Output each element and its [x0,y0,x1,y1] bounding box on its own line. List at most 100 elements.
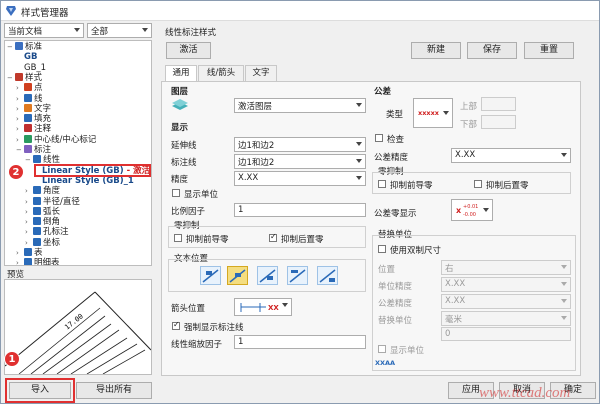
radius-icon [33,196,41,205]
alt-tol-precision-label: 公差精度 [378,299,413,309]
dual-dims-checkbox[interactable] [378,245,386,253]
filter-select[interactable]: 全部 [87,23,152,38]
linear-scale-label: 线性缩放因子 [171,340,223,350]
tree-item-label: 角度 [43,186,61,197]
tree-item-label: GB_1 [24,62,47,73]
tree-item-label: 坐标 [43,237,61,248]
tol-suppress-leading-checkbox[interactable] [378,180,386,188]
tree-toggle-icon[interactable]: − [16,145,24,156]
tree-item-label: 倒角 [43,217,61,228]
alt-sample-text: XXAA [375,359,396,367]
suppress-leading-label: 抑制前导零 [186,235,229,245]
annotation-box-import [5,378,75,403]
tolerance-check-checkbox[interactable] [375,134,383,142]
scale-factor-label: 比例因子 [171,207,206,217]
suppress-trailing-checkbox[interactable] [269,232,277,242]
tree-item-label: 填充 [34,114,52,125]
preview-drawing: 17.00 [4,291,152,375]
linear-icon [33,155,41,164]
tolerance-type-label: 类型 [386,110,404,120]
alt-unit-label: 替换单位 [378,316,413,326]
save-button[interactable]: 保存 [467,42,517,59]
watermark: www.ttcad.com [479,385,571,401]
alt-tol-precision-select[interactable]: X.XX [441,294,571,309]
svg-text:-0.00: -0.00 [463,212,476,218]
dimension-icon [24,145,32,153]
layer-icon [172,99,188,110]
arrow-position-select[interactable]: XX [234,298,292,316]
tree-item-label: 明细表 [34,258,60,266]
precision-label: 精度 [171,175,189,185]
dim-line-label: 标注线 [171,158,197,168]
text-pos-inline-icon[interactable] [227,266,248,285]
tree-item[interactable]: › 明细表 [16,258,60,266]
new-button[interactable]: 新建 [411,42,461,59]
dual-dims-label: 使用双制尺寸 [390,246,442,256]
tree-toggle-icon[interactable]: − [7,73,15,84]
show-unit-label: 显示单位 [184,190,219,200]
ext-line-select[interactable]: 边1和边2 [234,137,366,152]
tree-item-label: GB [24,52,38,63]
alt-position-label: 位置 [378,265,396,275]
tree-item-label: 孔标注 [43,227,69,238]
tree-toggle-icon[interactable]: − [25,155,33,166]
tolerance-type-select[interactable]: xxxxx [413,98,453,128]
tab-line-arrow[interactable]: 线/箭头 [198,65,244,81]
text-pos-outside-icon[interactable] [317,266,338,285]
tolerance-lower-input[interactable] [481,115,516,129]
activate-button[interactable]: 激活 [166,42,211,59]
suppress-leading-checkbox[interactable] [174,234,182,242]
reset-button[interactable]: 重置 [524,42,574,59]
show-unit-checkbox[interactable] [172,189,180,197]
text-pos-below-icon[interactable] [257,266,278,285]
tolerance-zero-display-select[interactable]: x +0.01 -0.00 [451,199,493,221]
alt-unit-select[interactable]: 毫米 [441,311,571,326]
style-tree[interactable]: − 标准 GB GB_1− 样式 › 点 › 线 › 文字 › 填充 › 注释 › 中心线/中心标记 − 标注 − 线性… [4,40,152,266]
step-badge-1: 1 [4,351,20,367]
tree-toggle-icon[interactable]: › [16,258,24,265]
tree-item-label: 线 [34,93,43,104]
tolerance-upper-input[interactable] [481,97,516,111]
display-title: 显示 [171,123,189,133]
dim-line-select[interactable]: 边1和边2 [234,154,366,169]
tolerance-lower-label: 下部 [460,120,478,130]
alt-zero-input[interactable]: 0 [441,327,571,341]
tolerance-title: 公差 [374,87,392,97]
preview-pane: 17.00 [4,279,152,375]
alt-unit-precision-select[interactable]: X.XX [441,277,571,292]
linear-scale-input[interactable]: 1 [234,335,366,349]
tol-suppress-leading-label: 抑制前导零 [390,181,433,191]
tree-toggle-icon[interactable]: − [7,42,15,53]
tree-item-label: Linear Style (GB)_1 [42,175,134,186]
text-pos-above-icon[interactable] [200,266,221,285]
tolerance-upper-label: 上部 [460,102,478,112]
tolerance-precision-select[interactable]: X.XX [451,148,571,163]
app-icon [6,6,16,16]
tolerance-precision-label: 公差精度 [374,153,409,163]
tol-suppress-trailing-label: 抑制后置零 [486,181,529,191]
precision-select[interactable]: X.XX [234,171,366,186]
scale-factor-input[interactable]: 1 [234,203,366,217]
force-dim-line-checkbox[interactable] [172,320,180,330]
tree-item-label: 表 [34,248,43,258]
tab-general[interactable]: 通用 [165,65,197,82]
step-badge-2: 2 [8,164,24,180]
annotation-icon [24,124,32,133]
styles-icon [15,72,23,81]
layer-select[interactable]: 激活图层 [234,98,366,113]
tolerance-zero-display-label: 公差零显示 [374,209,417,219]
tree-item-label: 文字 [34,103,52,114]
text-pos-horizontal-icon[interactable] [287,266,308,285]
tree-item-label: 标注 [34,145,52,155]
document-select[interactable]: 当前文档 [4,23,84,38]
alt-show-unit-checkbox[interactable] [378,345,386,353]
export-all-button[interactable]: 导出所有 [76,382,152,399]
tab-text[interactable]: 文字 [245,65,277,81]
tol-suppress-trailing-checkbox[interactable] [474,180,482,188]
style-manager-window: 样式管理器 当前文档 全部 − 标准 GB GB_1− 样式 › 点 › 线 › 文字 › 填充 › 注释 ›… [0,0,600,404]
window-title: 样式管理器 [21,8,69,19]
suppress-trailing-label: 抑制后置零 [281,235,324,245]
tree-item-label: 弧长 [43,206,61,217]
alt-position-select[interactable]: 右 [441,260,571,275]
angle-icon [33,186,41,195]
